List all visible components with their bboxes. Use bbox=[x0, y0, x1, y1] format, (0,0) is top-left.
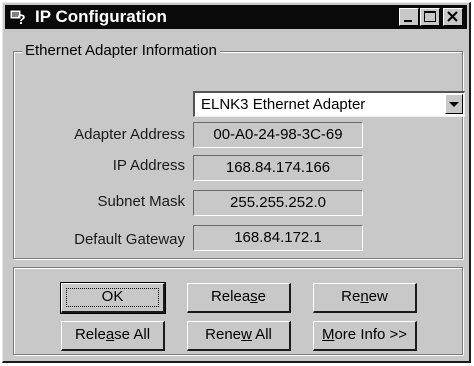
release-label-accel: s bbox=[250, 288, 258, 305]
more-info-label-accel: M bbox=[321, 326, 335, 343]
network-app-icon: ? bbox=[9, 8, 29, 27]
title-bar[interactable]: ? IP Configuration bbox=[5, 5, 467, 29]
maximize-icon bbox=[424, 11, 436, 22]
chevron-down-icon bbox=[449, 102, 459, 107]
ip-configuration-window: ? IP Configuration Ethernet Adapter Info… bbox=[2, 2, 471, 363]
dropdown-arrow-button[interactable] bbox=[445, 94, 463, 114]
ok-button[interactable]: OK bbox=[60, 282, 166, 314]
more-info-label-post: ore Info >> bbox=[334, 326, 408, 343]
renew-all-label-accel: w bbox=[241, 326, 252, 343]
default-gateway-field: 168.84.172.1 bbox=[193, 225, 363, 251]
subnet-mask-field: 255.255.252.0 bbox=[193, 190, 363, 216]
release-button[interactable]: Release bbox=[187, 283, 291, 313]
release-all-button[interactable]: Release All bbox=[61, 321, 165, 351]
adapter-address-field: 00-A0-24-98-3C-69 bbox=[193, 122, 363, 148]
adapter-select[interactable]: ELNK3 Ethernet Adapter bbox=[193, 91, 465, 117]
maximize-button[interactable] bbox=[420, 8, 440, 26]
adapter-address-label: Adapter Address bbox=[74, 126, 185, 143]
group-legend: Ethernet Adapter Information bbox=[22, 42, 220, 60]
adapter-select-value: ELNK3 Ethernet Adapter bbox=[201, 96, 366, 113]
subnet-mask-label: Subnet Mask bbox=[97, 193, 185, 210]
renew-all-label-pre: Rene bbox=[205, 326, 241, 343]
release-all-label-post: se All bbox=[114, 326, 151, 343]
window-title: IP Configuration bbox=[35, 7, 167, 26]
minimize-button[interactable] bbox=[399, 8, 419, 26]
close-icon bbox=[447, 11, 458, 22]
default-gateway-label: Default Gateway bbox=[74, 231, 185, 248]
ip-address-field: 168.84.174.166 bbox=[193, 155, 363, 181]
more-info-button[interactable]: More Info >> bbox=[313, 321, 417, 351]
minimize-icon bbox=[404, 20, 412, 22]
renew-button[interactable]: Renew bbox=[313, 283, 417, 313]
close-button[interactable] bbox=[443, 8, 463, 26]
svg-text:?: ? bbox=[17, 11, 26, 26]
focus-rect bbox=[66, 288, 159, 307]
release-all-label-accel: a bbox=[105, 326, 115, 343]
release-all-label-pre: Rele bbox=[74, 326, 106, 343]
renew-label-pre: Re bbox=[341, 288, 361, 305]
renew-all-button[interactable]: Renew All bbox=[187, 321, 291, 351]
renew-label-post: ew bbox=[368, 288, 388, 305]
renew-all-label-post: All bbox=[251, 326, 272, 343]
release-label-pre: Relea bbox=[210, 288, 251, 305]
ip-address-label: IP Address bbox=[112, 157, 185, 174]
renew-label-accel: n bbox=[360, 288, 369, 305]
release-label-post: e bbox=[257, 288, 267, 305]
